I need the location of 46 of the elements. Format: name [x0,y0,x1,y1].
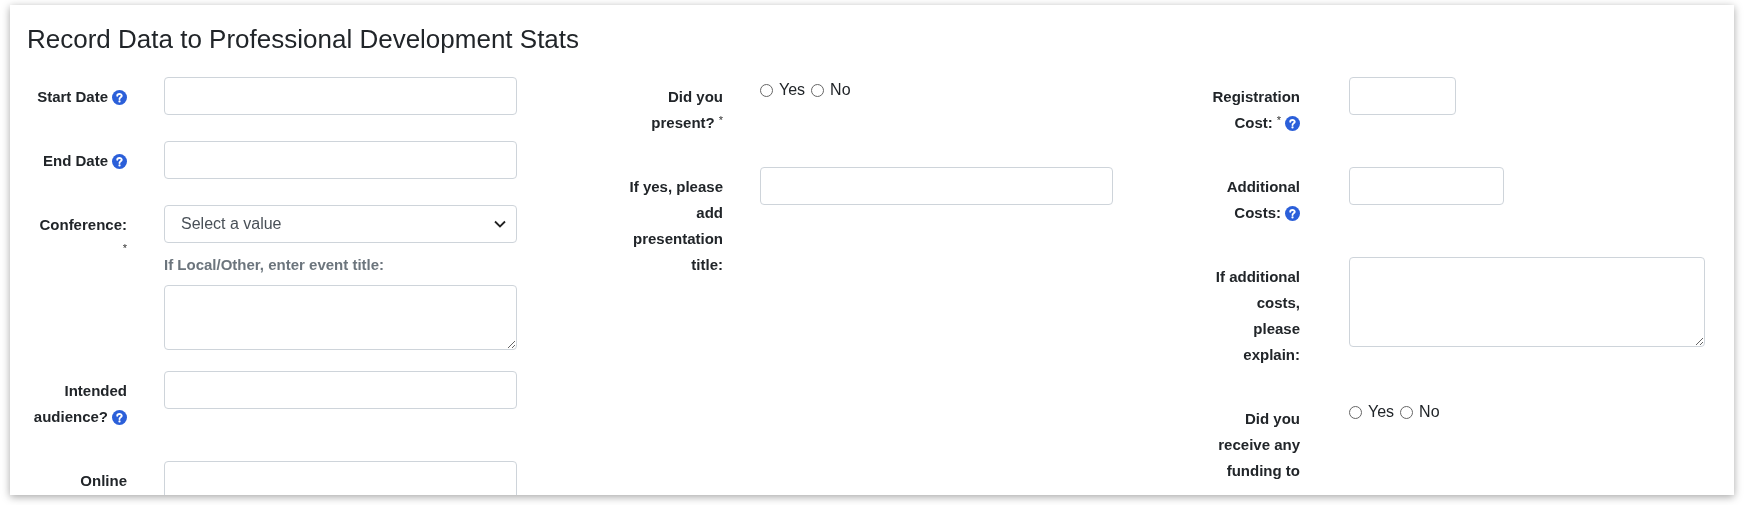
required-marker: * [718,113,723,128]
field-label: Cost: [1234,113,1273,133]
field-label: Registration [1212,87,1300,107]
field-label: receive any [1218,435,1300,455]
text-field[interactable] [164,141,517,179]
field-label: Online [80,471,127,491]
text-field[interactable] [1349,167,1504,205]
field-label: Conference: [39,215,127,235]
helper-text: If Local/Other, enter event title: [164,255,385,275]
text-field[interactable] [1349,77,1456,115]
field-label: If additional [1215,267,1300,287]
radio-label: No [830,81,851,99]
radio-label: Yes [1368,403,1395,421]
select-field[interactable]: Select a value [164,205,517,243]
field-label: Costs: [1234,203,1281,223]
field-label: audience? [33,407,108,427]
field-label: Additional [1226,177,1300,197]
field-label: add [696,203,723,223]
text-field[interactable] [164,371,517,409]
field-label: explain: [1243,345,1300,365]
field-label: costs, [1256,293,1300,313]
field-label: Intended [64,381,127,401]
field-label: title: [691,255,723,275]
required-marker: * [1276,113,1281,128]
field-label: End Date [43,151,108,171]
field-label: funding to [1226,461,1300,481]
help-icon[interactable] [1285,205,1300,221]
field-label: presentation [633,229,723,249]
field-label: Did you [1245,409,1300,429]
help-icon[interactable] [112,153,127,169]
help-icon[interactable] [112,89,127,105]
field-label: If yes, please [629,177,723,197]
chevron-icon [494,220,506,228]
field-label: present? [651,113,715,133]
text-field[interactable] [164,77,517,115]
help-icon[interactable] [1285,115,1300,131]
required-marker: * [122,241,127,256]
field-label: Did you [668,87,723,107]
form-title: Record Data to Professional Development Stats [26,23,581,55]
radio-label: No [1419,403,1440,421]
field-label: Start Date [37,87,108,107]
radio-label: Yes [779,81,806,99]
text-field[interactable] [760,167,1113,205]
text-field[interactable] [164,461,517,495]
field-label: please [1253,319,1300,339]
help-icon[interactable] [112,409,127,425]
